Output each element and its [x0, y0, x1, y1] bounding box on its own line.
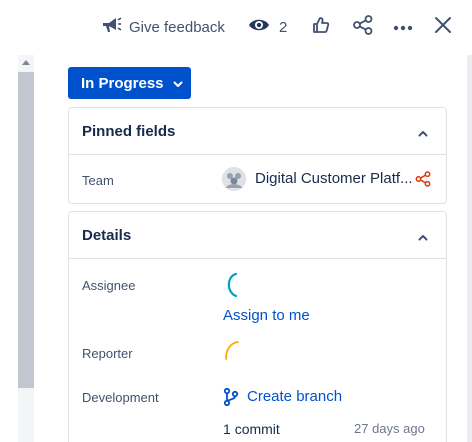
assignee-avatar[interactable]: [222, 272, 240, 303]
reporter-label: Reporter: [82, 346, 133, 361]
scrollbar-thumb[interactable]: [18, 72, 34, 388]
team-field-row: Team Digital Customer Platf...: [69, 156, 446, 204]
like-button[interactable]: [308, 14, 334, 40]
share-icon[interactable]: [415, 171, 431, 187]
watch-button[interactable]: 2: [248, 14, 287, 40]
scrollbar[interactable]: [18, 55, 34, 442]
give-feedback-label: Give feedback: [129, 18, 225, 36]
commit-count: 1: [223, 421, 231, 437]
development-label: Development: [82, 390, 159, 405]
commit-word: commit: [234, 421, 280, 437]
details-title: Details: [82, 226, 132, 244]
team-label: Team: [82, 173, 114, 188]
close-icon: [434, 16, 452, 39]
watch-count: 2: [279, 18, 288, 36]
scroll-up-arrow-icon[interactable]: [22, 60, 30, 65]
details-panel: Details Assignee Assign to me Reporter D…: [68, 211, 447, 442]
chevron-up-icon[interactable]: [418, 230, 428, 241]
chevron-down-icon: [173, 75, 183, 92]
status-label: In Progress: [81, 74, 164, 92]
assign-to-me-link[interactable]: Assign to me: [223, 307, 310, 324]
team-avatar: [222, 167, 246, 191]
team-value-link[interactable]: Digital Customer Platf...: [255, 170, 413, 187]
reporter-avatar[interactable]: [222, 340, 240, 367]
assignee-label: Assignee: [82, 278, 136, 293]
status-dropdown-button[interactable]: In Progress: [68, 67, 191, 99]
pinned-fields-header[interactable]: Pinned fields: [69, 108, 446, 155]
eye-icon: [248, 17, 270, 38]
more-actions-button[interactable]: [390, 14, 416, 40]
issue-toolbar: Give feedback 2: [0, 0, 472, 54]
give-feedback-button[interactable]: Give feedback: [100, 14, 225, 40]
share-button[interactable]: [350, 14, 376, 40]
details-header[interactable]: Details: [69, 212, 446, 259]
close-button[interactable]: [430, 14, 456, 40]
share-icon: [352, 14, 374, 41]
right-scroll-track: [467, 55, 472, 442]
more-icon: [393, 18, 413, 36]
pinned-fields-title: Pinned fields: [82, 122, 176, 140]
create-branch-link[interactable]: Create branch: [247, 388, 342, 405]
commit-age: 27 days ago: [354, 421, 425, 436]
branch-icon: [223, 387, 239, 407]
thumbs-up-icon: [311, 15, 331, 40]
commit-summary-link[interactable]: 1 commit: [223, 421, 280, 437]
chevron-up-icon[interactable]: [418, 126, 428, 137]
pinned-fields-panel: Pinned fields Team Digital Customer Plat…: [68, 107, 447, 204]
megaphone-icon: [100, 15, 122, 40]
